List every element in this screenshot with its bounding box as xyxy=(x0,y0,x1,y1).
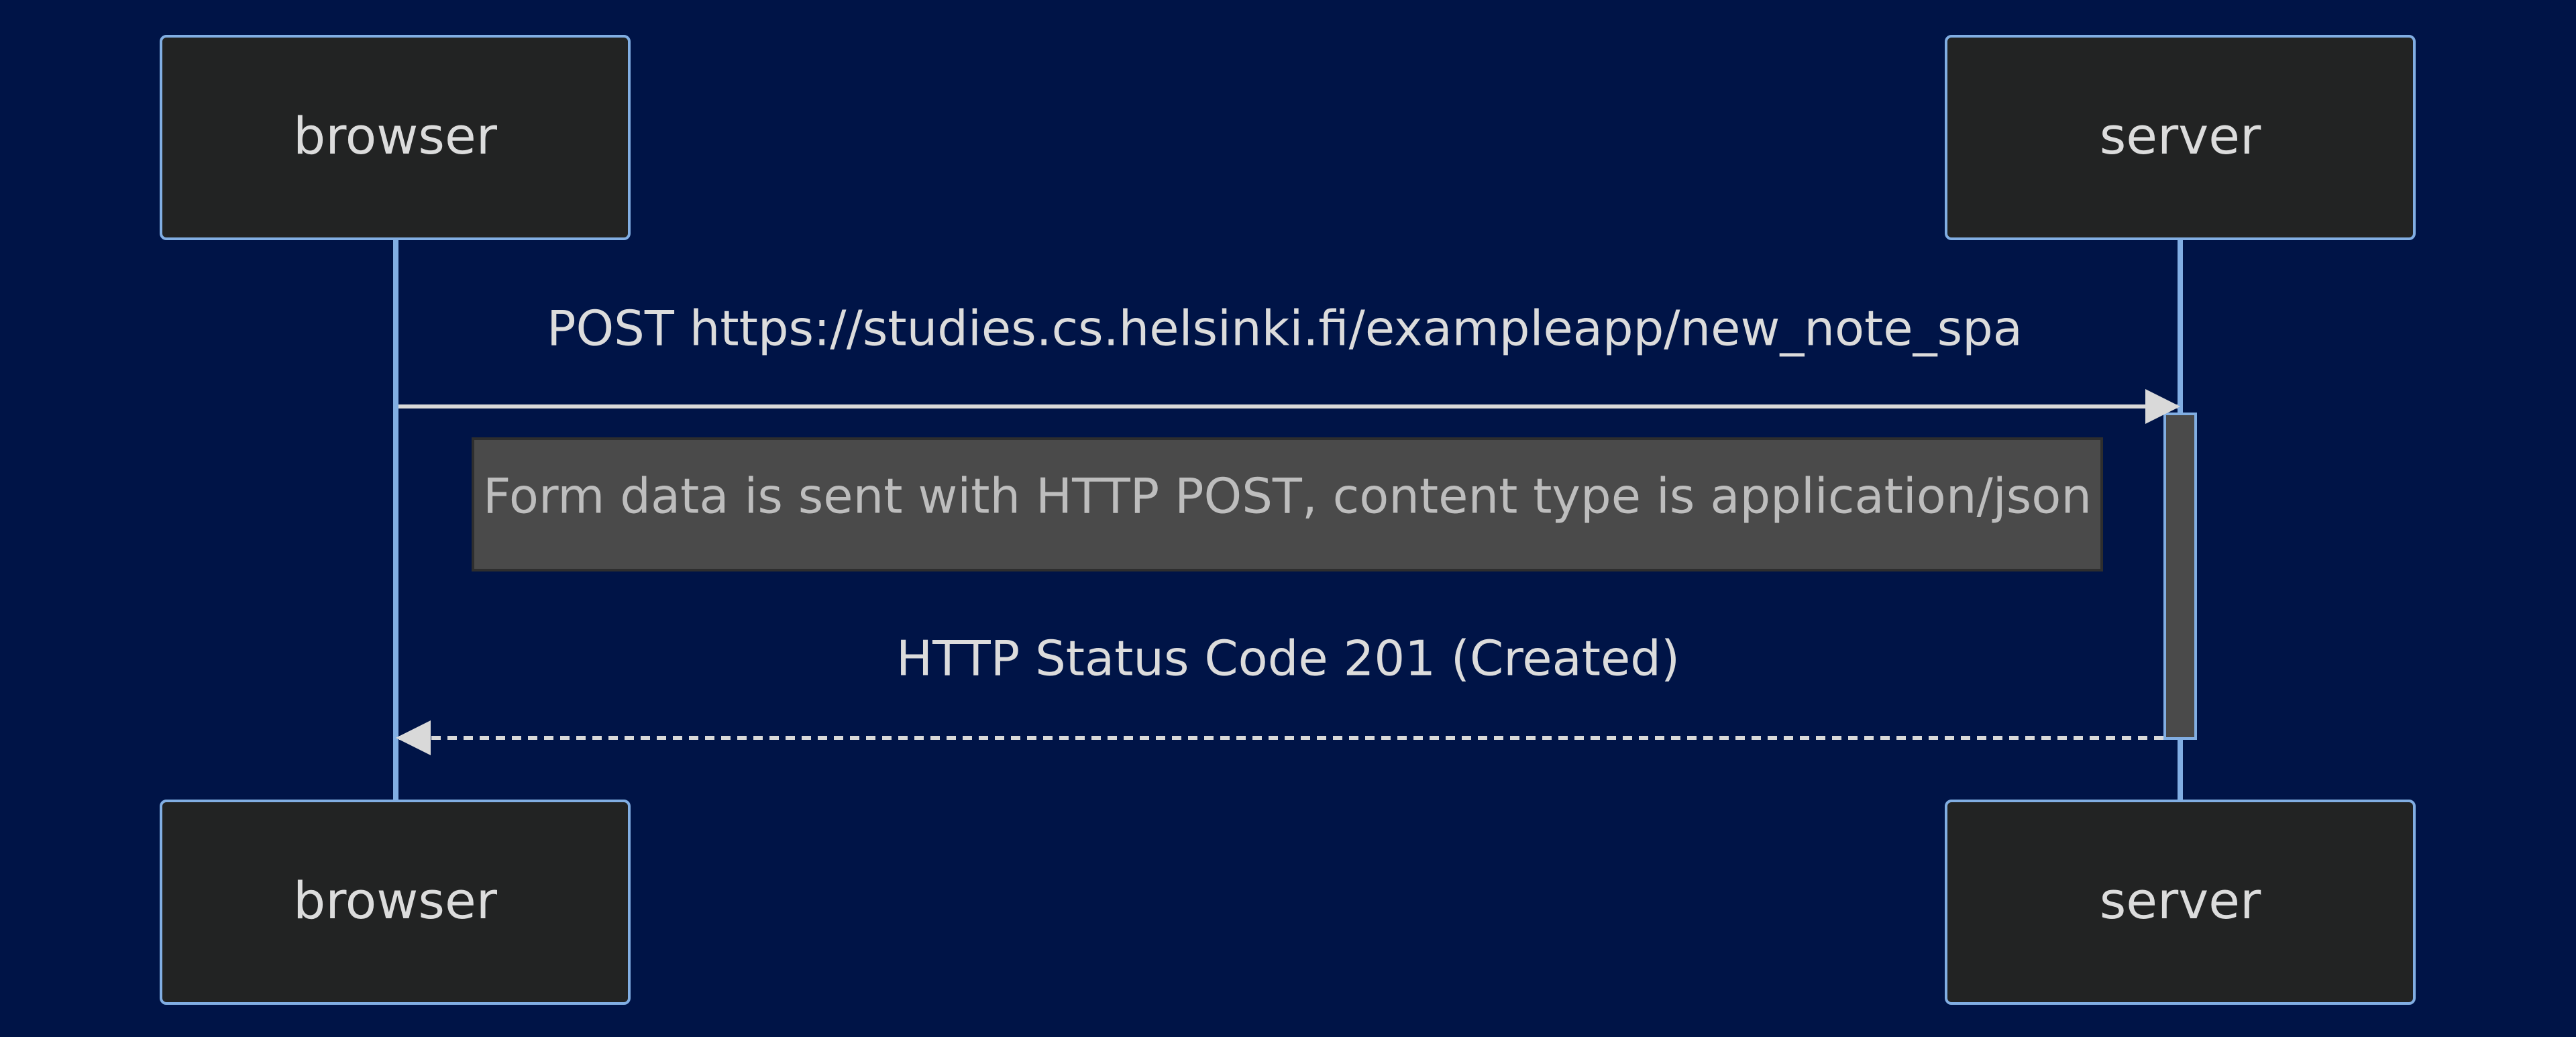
actor-browser-bottom-label: browser xyxy=(293,871,498,930)
sequence-diagram: browser server POST https://studies.cs.h… xyxy=(160,35,2416,1005)
actor-browser-top-label: browser xyxy=(293,106,498,166)
actor-browser-top[interactable]: browser xyxy=(160,35,631,240)
message-post-label: POST https://studies.cs.helsinki.fi/exam… xyxy=(547,301,2023,357)
actor-server-top-label: server xyxy=(2100,106,2261,166)
actor-server-bottom[interactable]: server xyxy=(1945,800,2416,1005)
actor-server-bottom-label: server xyxy=(2100,871,2261,930)
server-activation-bar xyxy=(2163,413,2197,740)
note-text: Form data is sent with HTTP POST, conten… xyxy=(483,468,2092,525)
message-response-label: HTTP Status Code 201 (Created) xyxy=(896,631,1680,687)
note-box: Form data is sent with HTTP POST, conten… xyxy=(472,437,2103,571)
actor-browser-bottom[interactable]: browser xyxy=(160,800,631,1005)
actor-server-top[interactable]: server xyxy=(1945,35,2416,240)
